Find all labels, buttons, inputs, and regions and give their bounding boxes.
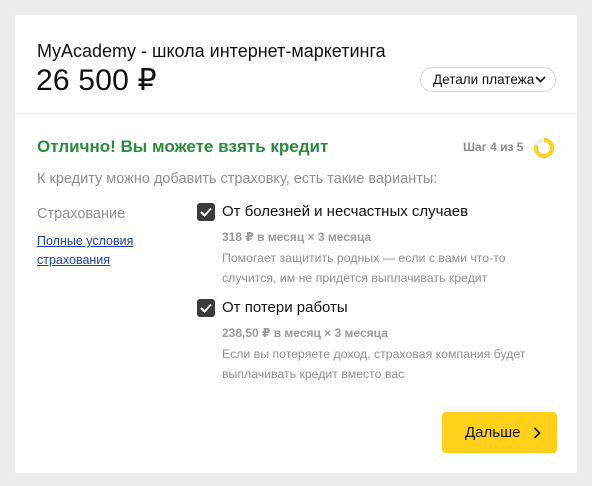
- progress-ring-icon: [534, 138, 554, 158]
- terms-link-line1: Полные условия: [37, 234, 134, 248]
- check-icon: [200, 303, 212, 313]
- insurance-subtitle: К кредиту можно добавить страховку, есть…: [37, 171, 438, 187]
- check-icon: [200, 207, 212, 217]
- step-indicator: Шаг 4 из 5: [463, 140, 524, 154]
- terms-link-line2: страхования: [37, 253, 111, 267]
- option-desc-line2: случится, им не придется выплачивать кре…: [222, 271, 488, 285]
- chevron-right-icon: [533, 427, 541, 439]
- payment-card: MyAcademy - школа интернет-маркетинга 26…: [15, 15, 577, 473]
- insurance-section-label: Страхование: [37, 206, 126, 222]
- next-button[interactable]: Дальше: [442, 412, 557, 453]
- option-title: От потери работы: [222, 299, 348, 316]
- insurance-terms-link[interactable]: Полные условия страхования: [37, 232, 157, 270]
- payment-details-label: Детали платежа: [433, 72, 535, 87]
- option-title: От болезней и несчастных случаев: [222, 203, 469, 220]
- option-description: Если вы потеряете доход, страховая компа…: [222, 344, 542, 384]
- next-button-label: Дальше: [465, 424, 521, 441]
- option-desc-line2: выплачивать кредит вместо вас: [222, 367, 405, 381]
- order-amount: 26 500 ₽: [36, 64, 157, 97]
- option-desc-line1: Помогает защитить родных — если с вами ч…: [222, 251, 506, 265]
- order-header: MyAcademy - школа интернет-маркетинга 26…: [15, 15, 577, 114]
- option-price: 238,50 ₽ в месяц × 3 месяца: [222, 326, 388, 340]
- option-description: Помогает защитить родных — если с вами ч…: [222, 248, 542, 288]
- job-loss-insurance-checkbox[interactable]: [197, 299, 215, 317]
- payment-details-button[interactable]: Детали платежа: [420, 67, 556, 92]
- chevron-down-icon: [535, 76, 546, 83]
- merchant-name: MyAcademy - школа интернет-маркетинга: [37, 41, 386, 61]
- health-insurance-checkbox[interactable]: [197, 203, 215, 221]
- option-desc-line1: Если вы потеряете доход, страховая компа…: [222, 347, 526, 361]
- approval-title: Отлично! Вы можете взять кредит: [37, 137, 329, 156]
- option-price: 318 ₽ в месяц × 3 месяца: [222, 230, 372, 244]
